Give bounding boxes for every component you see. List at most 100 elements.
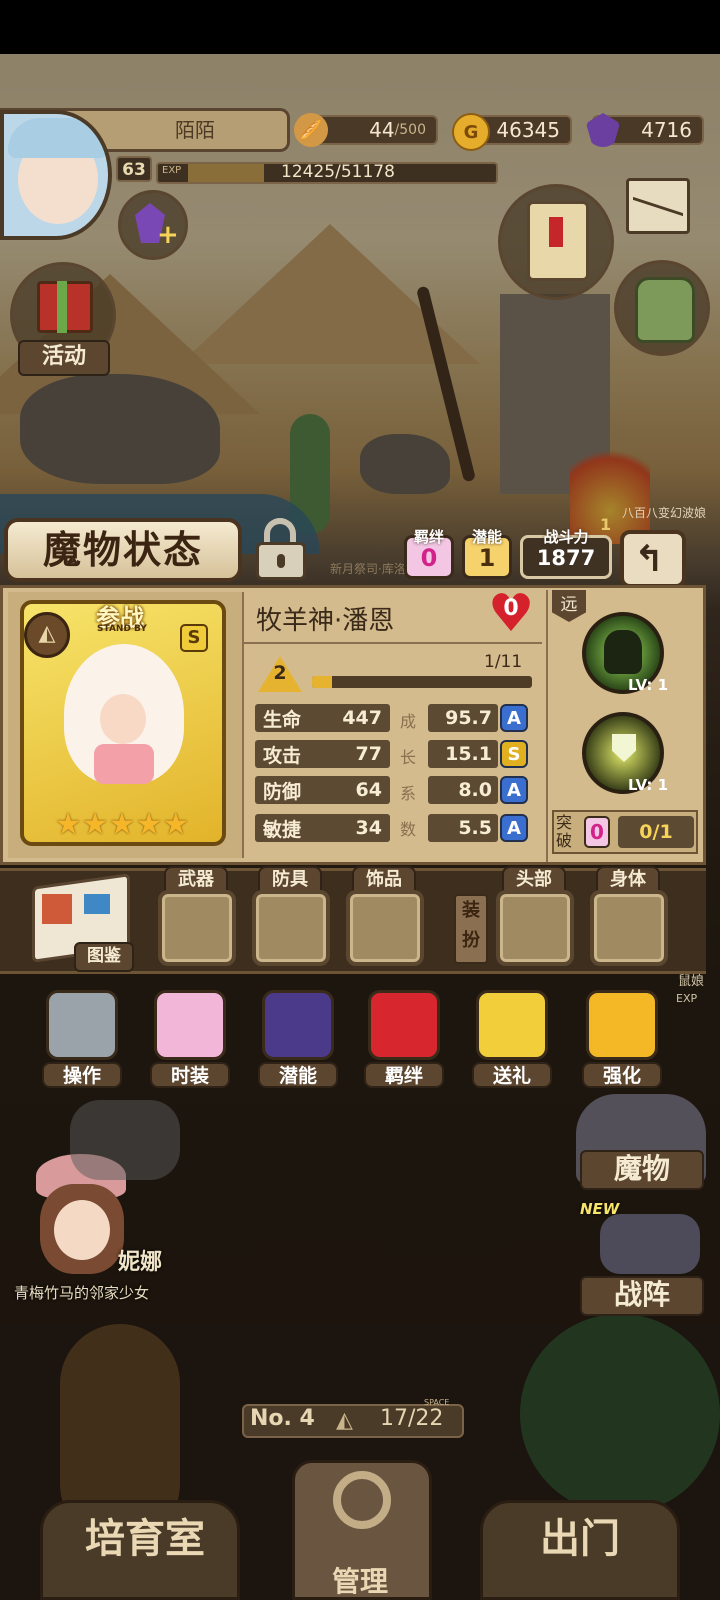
growth-value: 95.7 <box>428 704 498 732</box>
level-progress-fill <box>312 676 333 688</box>
combat-power-badge: 战斗力 1877 <box>520 528 612 579</box>
heart-badge: ♥ 0 <box>484 588 538 640</box>
bread-counter[interactable]: 🥖 44/500 <box>294 113 438 147</box>
growth-grade-badge: A <box>500 704 528 732</box>
gold-coin-icon: G <box>452 113 490 151</box>
action-button[interactable]: 羁绊 <box>364 990 444 1090</box>
stat-row: 防御 64 <box>255 776 390 804</box>
stat-value: 447 <box>342 707 382 729</box>
action-button[interactable]: 操作 <box>42 990 122 1090</box>
shadow-icon <box>262 990 334 1060</box>
gem-counter[interactable]: 4716 <box>586 113 704 147</box>
potential-label: 潜能 <box>471 528 502 546</box>
manage-label: 管理 <box>331 1565 388 1598</box>
breakthrough-value: 0 <box>584 816 610 848</box>
bond-label: 羁绊 <box>413 528 444 546</box>
skill-silhouette-icon <box>604 630 642 674</box>
stat-value: 34 <box>355 817 382 839</box>
skill-2-level: LV: 1 <box>628 776 669 794</box>
growth-value: 8.0 <box>428 776 498 804</box>
bond-badge: 羁绊 0 <box>404 528 454 579</box>
book-page-red <box>42 894 72 924</box>
nursery-label: 培育室 <box>85 1516 205 1562</box>
monster-menu-button[interactable]: 魔物 <box>580 1150 704 1190</box>
skill-1-level: LV: 1 <box>628 676 669 694</box>
bread-value: 44 <box>369 118 395 142</box>
star-rating: ★ ★ ★ ★ ★ <box>52 808 192 842</box>
star-icon: ★ <box>108 807 136 842</box>
player-level: 63 <box>116 156 152 182</box>
panel-title: 魔物状态 <box>4 518 242 582</box>
dress-label: 装扮 <box>454 894 488 964</box>
growth-grade-badge: A <box>500 776 528 804</box>
growth-grade-badge: S <box>500 740 528 768</box>
stat-row: 敏捷 34 <box>255 814 390 842</box>
player-avatar[interactable] <box>0 110 112 240</box>
up-arrows-icon <box>586 990 658 1060</box>
back-button[interactable]: ↰ <box>620 530 686 588</box>
accessory-slot[interactable] <box>346 890 424 966</box>
exp-bar: EXP 12425/51178 <box>156 162 498 184</box>
weapon-slot[interactable] <box>158 890 236 966</box>
level-progress-bar <box>312 676 532 688</box>
action-button[interactable]: 潜能 <box>258 990 338 1090</box>
head-slot[interactable] <box>496 890 574 966</box>
action-button[interactable]: 时装 <box>150 990 230 1090</box>
action-button[interactable]: 强化 <box>582 990 662 1090</box>
action-label: 强化 <box>582 1062 662 1088</box>
star-icon: ★ <box>162 807 190 842</box>
stat-value: 77 <box>355 743 382 765</box>
stat-label: 敏捷 <box>263 818 302 841</box>
alert-mark-icon <box>549 217 563 247</box>
npc-name: 妮娜 <box>118 1250 163 1275</box>
side-exp-label: EXP <box>676 992 698 1005</box>
avatar-hair <box>8 118 108 158</box>
heart-value: 0 <box>503 596 519 621</box>
growth-char-2: 长 <box>400 748 417 767</box>
star-icon: ★ <box>135 807 163 842</box>
space-label: SPACE <box>424 1398 450 1407</box>
back-arrow-icon: ↰ <box>634 539 665 580</box>
growth-value: 5.5 <box>428 814 498 842</box>
body-slot[interactable] <box>590 890 668 966</box>
monster-scarf <box>94 744 154 784</box>
backpack-button[interactable] <box>614 260 710 356</box>
gift-icon <box>476 990 548 1060</box>
stat-row: 生命 447 <box>255 704 390 732</box>
breakthrough-box: 突破 0 0/1 <box>552 810 698 854</box>
formation-button[interactable]: 战阵 <box>580 1276 704 1316</box>
codex-label: 图鉴 <box>74 942 134 972</box>
stat-label: 生命 <box>263 708 302 731</box>
keys-icon <box>333 1471 391 1529</box>
gem-add-button[interactable]: + <box>118 190 188 260</box>
action-label: 送礼 <box>472 1062 552 1088</box>
armor-slot[interactable] <box>252 890 330 966</box>
mail-button[interactable] <box>626 176 690 234</box>
action-label: 操作 <box>42 1062 122 1088</box>
action-label: 时装 <box>150 1062 230 1088</box>
quest-scroll-button[interactable] <box>498 184 614 300</box>
gear-icon <box>46 990 118 1060</box>
growth-char-3: 系 <box>400 784 417 803</box>
lock-button[interactable] <box>252 516 312 580</box>
gold-counter[interactable]: G 46345 <box>452 113 572 151</box>
monster-name: 牧羊神·潘恩 <box>256 606 395 636</box>
side-monster-name: 鼠娘 <box>678 974 705 989</box>
rank-badge: S <box>180 624 208 652</box>
exp-text: 12425/51178 <box>281 162 395 182</box>
bread-icon: 🥖 <box>294 113 328 147</box>
stat-row: 攻击 77 <box>255 740 390 768</box>
wandering-monster[interactable] <box>70 1100 180 1180</box>
action-label: 羁绊 <box>364 1062 444 1088</box>
envelope-icon <box>633 176 683 217</box>
formation-art[interactable] <box>600 1214 700 1274</box>
gift-ribbon <box>57 281 67 333</box>
action-button[interactable]: 送礼 <box>472 990 552 1090</box>
stat-label: 攻击 <box>263 744 302 767</box>
action-label: 潜能 <box>258 1062 338 1088</box>
player-name: 陌陌 <box>175 118 215 142</box>
npc-title: 青梅竹马的邻家少女 <box>14 1284 150 1302</box>
bg-monster-name-2: 八百八变幻波娘 <box>622 506 707 520</box>
potential-badge: 潜能 1 <box>462 528 512 579</box>
standby-sub: STAND BY <box>97 624 147 634</box>
